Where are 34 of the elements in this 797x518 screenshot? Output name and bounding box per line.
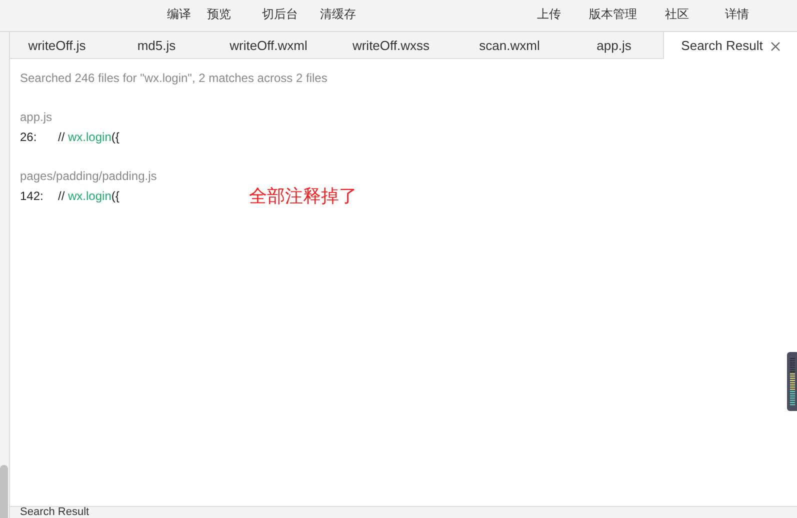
- line-number: 26:: [20, 129, 38, 146]
- editor-tab[interactable]: md5.js: [104, 32, 209, 59]
- line-number: 142:: [20, 188, 44, 205]
- toolbar-button[interactable]: 社区: [657, 5, 697, 23]
- match-line[interactable]: // wx.login({: [58, 128, 120, 146]
- editor-tab[interactable]: app.js: [565, 32, 663, 59]
- editor-tab[interactable]: writeOff.js: [10, 32, 104, 59]
- meter-widget-drawing: [787, 352, 797, 411]
- tab-label: writeOff.js: [28, 36, 86, 55]
- search-summary: Searched 246 files for "wx.login", 2 matches across 2 files: [20, 70, 328, 87]
- tab-label: writeOff.wxss: [352, 36, 430, 55]
- editor-tab[interactable]: writeOff.wxml: [209, 32, 328, 59]
- tab-label: writeOff.wxml: [230, 36, 308, 55]
- toolbar-button[interactable]: 预览: [199, 5, 239, 23]
- panel-title: Search Result: [20, 507, 90, 518]
- close-icon[interactable]: [770, 42, 780, 50]
- editor-tab[interactable]: Search Result: [663, 32, 797, 60]
- toolbar-button[interactable]: 编译: [159, 5, 199, 23]
- file-path[interactable]: app.js: [20, 108, 52, 127]
- toolbar-button[interactable]: 切后台: [260, 5, 300, 23]
- tab-label: scan.wxml: [479, 36, 540, 55]
- file-path[interactable]: pages/padding/padding.js: [20, 167, 157, 186]
- tab-label: Search Result: [681, 37, 763, 56]
- toolbar-button[interactable]: 详情: [717, 5, 757, 23]
- scrollbar-thumb[interactable]: [0, 465, 8, 518]
- toolbar-button[interactable]: 上传: [529, 5, 569, 23]
- editor-tab[interactable]: scan.wxml: [454, 32, 565, 59]
- match-line[interactable]: // wx.login({: [58, 187, 120, 205]
- tab-label: app.js: [596, 36, 632, 55]
- toolbar-button[interactable]: 版本管理: [588, 5, 638, 23]
- toolbar-button[interactable]: 清缓存: [318, 5, 358, 23]
- editor-tab[interactable]: writeOff.wxss: [328, 32, 454, 59]
- tab-label: md5.js: [137, 36, 176, 55]
- annotation-text: 全部注释掉了: [249, 185, 357, 208]
